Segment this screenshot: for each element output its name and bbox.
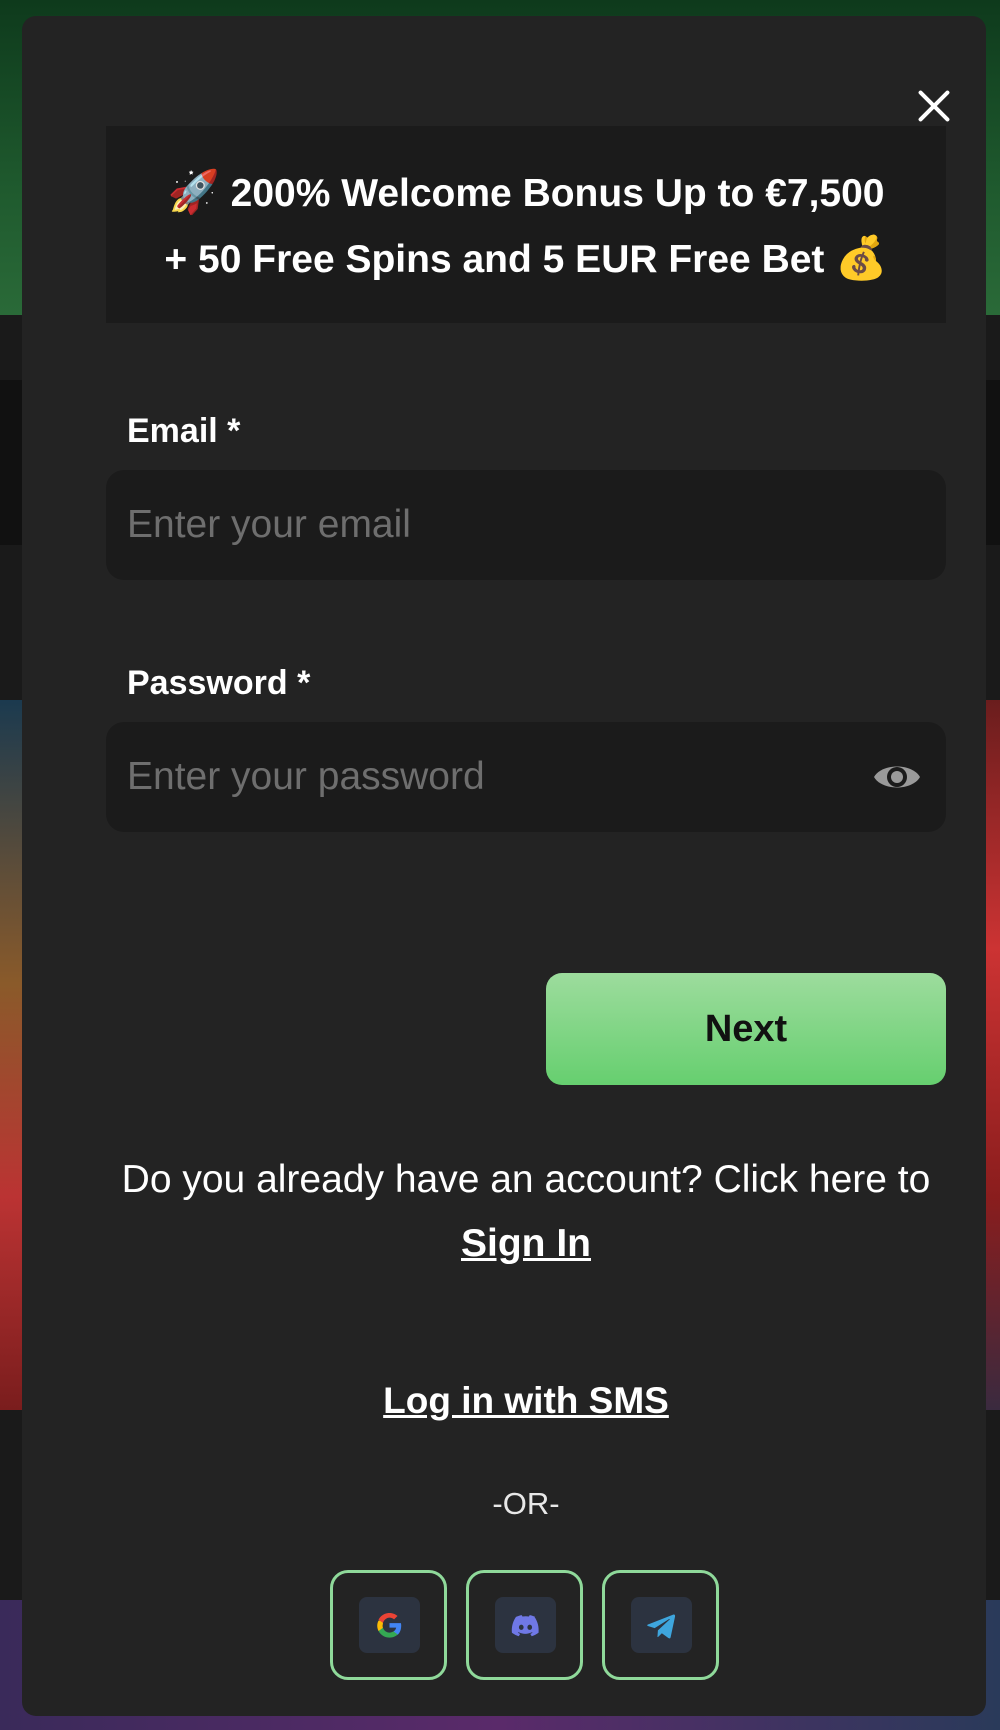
next-button[interactable]: Next bbox=[546, 973, 946, 1085]
password-field[interactable] bbox=[127, 722, 867, 832]
google-icon bbox=[377, 1612, 402, 1638]
sign-in-prompt-text: Do you already have an account? Click he… bbox=[121, 1158, 931, 1201]
banner-line-1: 🚀 200% Welcome Bonus Up to €7,500 bbox=[106, 160, 946, 226]
password-field-container bbox=[106, 722, 946, 832]
telegram-icon bbox=[647, 1614, 676, 1639]
welcome-bonus-banner: 🚀 200% Welcome Bonus Up to €7,500 + 50 F… bbox=[106, 126, 946, 323]
sms-login-link[interactable]: Log in with SMS bbox=[106, 1380, 946, 1422]
password-label: Password * bbox=[127, 664, 311, 702]
money-bag-icon: 💰 bbox=[835, 234, 888, 281]
or-divider: -OR- bbox=[492, 1486, 560, 1521]
banner-text-2: + 50 Free Spins and 5 EUR Free Bet bbox=[164, 238, 825, 281]
signup-modal: 🚀 200% Welcome Bonus Up to €7,500 + 50 F… bbox=[22, 16, 986, 1716]
telegram-icon-tile bbox=[631, 1597, 692, 1653]
google-icon-tile bbox=[359, 1597, 420, 1653]
sign-in-link[interactable]: Sign In bbox=[461, 1222, 591, 1265]
sign-in-prompt: Do you already have an account? Click he… bbox=[106, 1148, 946, 1276]
banner-line-2: + 50 Free Spins and 5 EUR Free Bet 💰 bbox=[106, 226, 946, 292]
discord-icon bbox=[511, 1615, 539, 1637]
discord-icon-tile bbox=[495, 1597, 556, 1653]
close-icon[interactable] bbox=[912, 84, 956, 128]
discord-login-button[interactable] bbox=[466, 1570, 583, 1680]
email-field[interactable] bbox=[127, 470, 867, 580]
eye-icon[interactable] bbox=[872, 755, 922, 799]
google-login-button[interactable] bbox=[330, 1570, 447, 1680]
banner-text-1: 200% Welcome Bonus Up to €7,500 bbox=[230, 172, 885, 215]
email-label: Email * bbox=[127, 412, 241, 450]
telegram-login-button[interactable] bbox=[602, 1570, 719, 1680]
email-field-container bbox=[106, 470, 946, 580]
rocket-icon: 🚀 bbox=[167, 168, 220, 215]
